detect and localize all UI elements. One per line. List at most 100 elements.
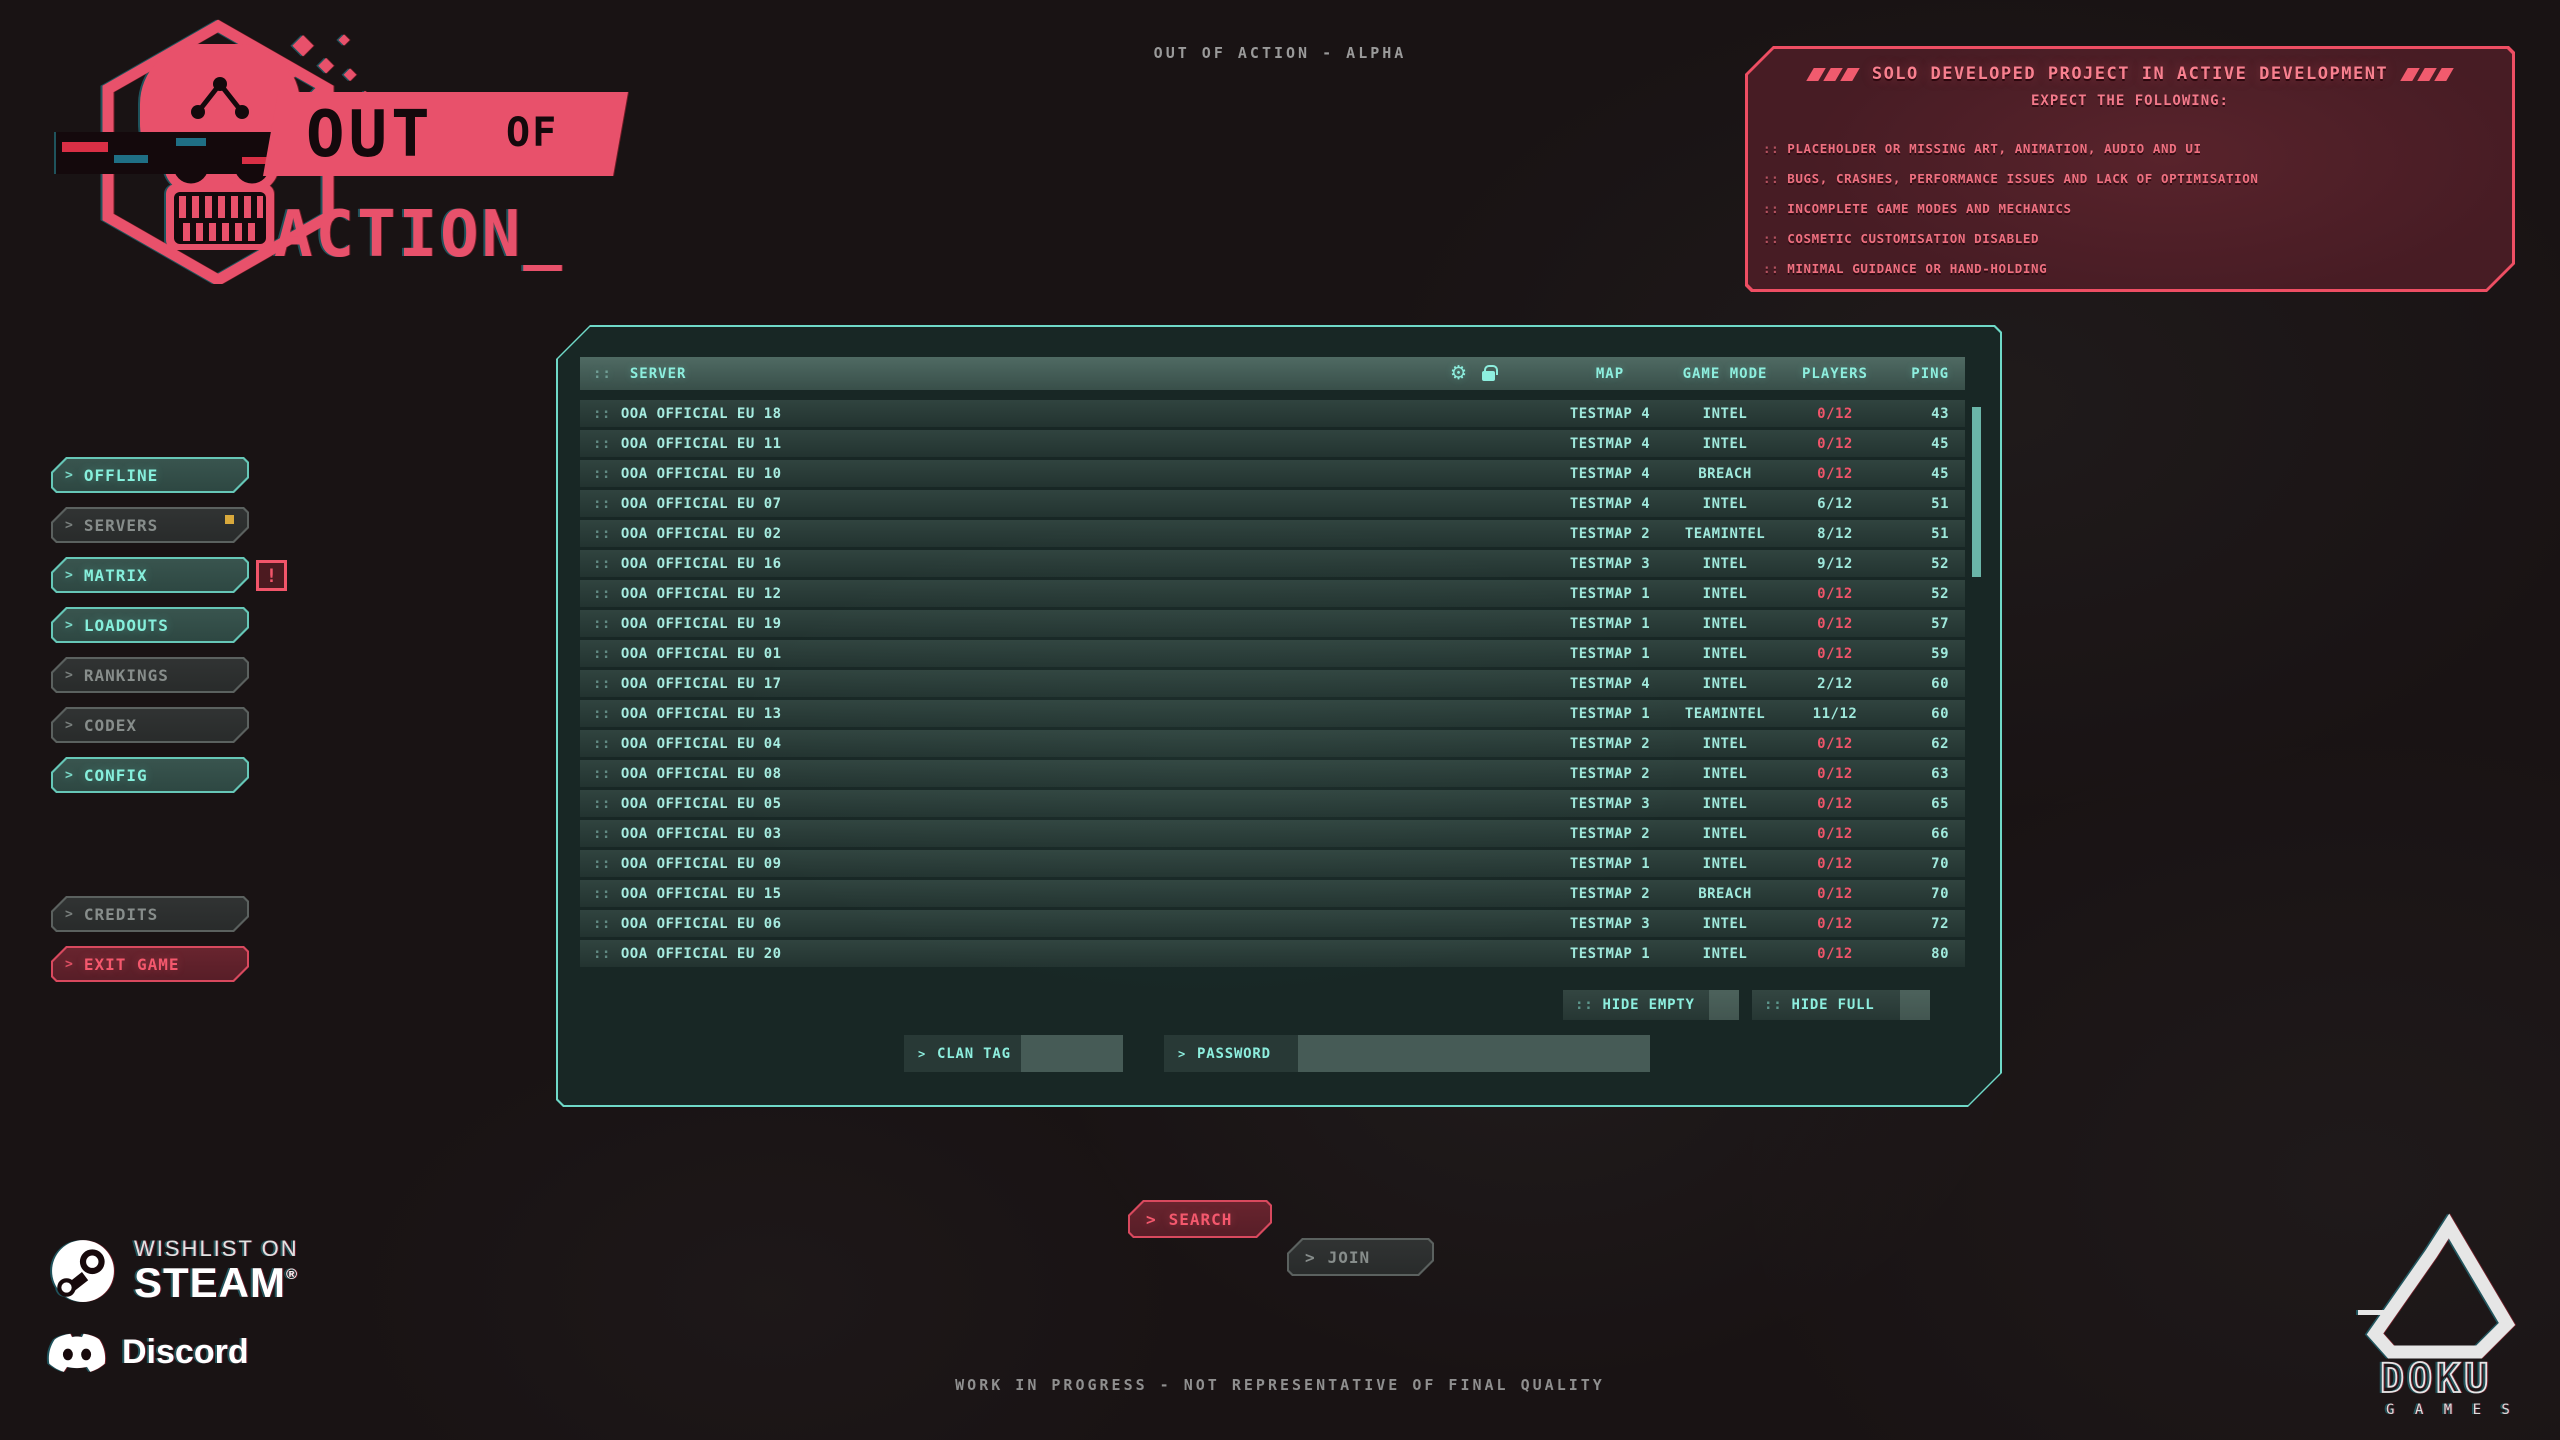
server-name: OOA OFFICIAL EU 13 <box>621 706 782 722</box>
lock-icon[interactable] <box>1482 371 1495 381</box>
search-button[interactable]: > SEARCH <box>1128 1200 1272 1238</box>
server-ping: 66 <box>1885 826 1951 842</box>
server-row[interactable]: ::OOA OFFICIAL EU 09 TESTMAP 1 INTEL 0/1… <box>580 850 1965 877</box>
server-map: TESTMAP 1 <box>1555 706 1665 722</box>
server-row[interactable]: ::OOA OFFICIAL EU 11 TESTMAP 4 INTEL 0/1… <box>580 430 1965 457</box>
sidebar-footer: > CREDITS > EXIT GAME <box>51 896 301 996</box>
sidebar-item-servers[interactable]: > SERVERS <box>51 507 249 543</box>
sidebar-item-credits[interactable]: > CREDITS <box>51 896 249 932</box>
server-list: ::OOA OFFICIAL EU 18 TESTMAP 4 INTEL 0/1… <box>580 400 1965 970</box>
server-map: TESTMAP 3 <box>1555 916 1665 932</box>
server-map: TESTMAP 2 <box>1555 736 1665 752</box>
server-row[interactable]: ::OOA OFFICIAL EU 06 TESTMAP 3 INTEL 0/1… <box>580 910 1965 937</box>
server-row[interactable]: ::OOA OFFICIAL EU 13 TESTMAP 1 TEAMINTEL… <box>580 700 1965 727</box>
column-players[interactable]: PLAYERS <box>1785 366 1885 382</box>
password-field: > PASSWORD <box>1164 1035 1650 1072</box>
sidebar-item-label: SERVERS <box>84 516 158 535</box>
chevron-icon: > <box>65 718 74 733</box>
server-row[interactable]: ::OOA OFFICIAL EU 03 TESTMAP 2 INTEL 0/1… <box>580 820 1965 847</box>
server-row[interactable]: ::OOA OFFICIAL EU 20 TESTMAP 1 INTEL 0/1… <box>580 940 1965 967</box>
server-row[interactable]: ::OOA OFFICIAL EU 02 TESTMAP 2 TEAMINTEL… <box>580 520 1965 547</box>
hazard-stripes-icon <box>2404 68 2450 81</box>
server-gamemode: INTEL <box>1665 496 1785 512</box>
server-row[interactable]: ::OOA OFFICIAL EU 12 TESTMAP 1 INTEL 0/1… <box>580 580 1965 607</box>
server-ping: 57 <box>1885 616 1951 632</box>
server-name-cell: ::OOA OFFICIAL EU 17 <box>593 676 1555 692</box>
chevron-icon: > <box>65 768 74 783</box>
server-row[interactable]: ::OOA OFFICIAL EU 01 TESTMAP 1 INTEL 0/1… <box>580 640 1965 667</box>
join-button[interactable]: > JOIN <box>1287 1238 1434 1276</box>
clan-tag-input[interactable] <box>1021 1035 1123 1072</box>
hide-empty-toggle[interactable]: :: HIDE EMPTY <box>1563 990 1739 1020</box>
server-map: TESTMAP 1 <box>1555 616 1665 632</box>
server-ping: 60 <box>1885 676 1951 692</box>
sidebar-item-codex[interactable]: > CODEX <box>51 707 249 743</box>
hide-full-checkbox[interactable] <box>1900 990 1930 1020</box>
item-text: COSMETIC CUSTOMISATION DISABLED <box>1787 231 2039 246</box>
sidebar-item-offline[interactable]: > OFFLINE <box>51 457 249 493</box>
sidebar-item-matrix[interactable]: > MATRIX <box>51 557 249 593</box>
password-input[interactable] <box>1298 1035 1650 1072</box>
settings-icon[interactable]: ⚙ <box>1450 364 1468 383</box>
chevron-icon: > <box>65 907 74 922</box>
server-map: TESTMAP 4 <box>1555 436 1665 452</box>
server-name-cell: ::OOA OFFICIAL EU 15 <box>593 886 1555 902</box>
server-row[interactable]: ::OOA OFFICIAL EU 04 TESTMAP 2 INTEL 0/1… <box>580 730 1965 757</box>
server-players: 6/12 <box>1785 496 1885 512</box>
server-row[interactable]: ::OOA OFFICIAL EU 10 TESTMAP 4 BREACH 0/… <box>580 460 1965 487</box>
server-players: 0/12 <box>1785 766 1885 782</box>
sidebar-item-rankings[interactable]: > RANKINGS <box>51 657 249 693</box>
row-prefix: :: <box>593 796 611 812</box>
sidebar-item-label: CONFIG <box>84 766 148 785</box>
server-name: OOA OFFICIAL EU 09 <box>621 856 782 872</box>
column-server[interactable]: SERVER <box>630 366 687 382</box>
steam-icon <box>50 1238 116 1304</box>
server-ping: 70 <box>1885 886 1951 902</box>
column-map[interactable]: MAP <box>1555 366 1665 382</box>
column-ping[interactable]: PING <box>1885 366 1951 382</box>
hide-full-toggle[interactable]: :: HIDE FULL <box>1752 990 1930 1020</box>
chevron-icon: > <box>1146 1210 1157 1229</box>
server-ping: 80 <box>1885 946 1951 962</box>
row-prefix: :: <box>593 676 611 692</box>
sidebar-item-config[interactable]: > CONFIG <box>51 757 249 793</box>
server-ping: 43 <box>1885 406 1951 422</box>
item-text: INCOMPLETE GAME MODES AND MECHANICS <box>1787 201 2071 216</box>
doku-sub: G A M E S <box>2386 1402 2516 1418</box>
server-row[interactable]: ::OOA OFFICIAL EU 19 TESTMAP 1 INTEL 0/1… <box>580 610 1965 637</box>
hide-empty-checkbox[interactable] <box>1709 990 1739 1020</box>
server-players: 0/12 <box>1785 916 1885 932</box>
filter-prefix: :: <box>1575 997 1593 1013</box>
row-prefix: :: <box>593 556 611 572</box>
server-name: OOA OFFICIAL EU 19 <box>621 616 782 632</box>
row-prefix: :: <box>593 826 611 842</box>
discord-link[interactable]: Discord <box>48 1330 249 1374</box>
server-row[interactable]: ::OOA OFFICIAL EU 16 TESTMAP 3 INTEL 9/1… <box>580 550 1965 577</box>
server-row[interactable]: ::OOA OFFICIAL EU 18 TESTMAP 4 INTEL 0/1… <box>580 400 1965 427</box>
column-gamemode[interactable]: GAME MODE <box>1665 366 1785 382</box>
sidebar-item-loadouts[interactable]: > LOADOUTS <box>51 607 249 643</box>
chevron-icon: > <box>65 957 74 972</box>
server-row[interactable]: ::OOA OFFICIAL EU 08 TESTMAP 2 INTEL 0/1… <box>580 760 1965 787</box>
server-map: TESTMAP 1 <box>1555 946 1665 962</box>
server-players: 0/12 <box>1785 736 1885 752</box>
server-row[interactable]: ::OOA OFFICIAL EU 05 TESTMAP 3 INTEL 0/1… <box>580 790 1965 817</box>
server-name: OOA OFFICIAL EU 20 <box>621 946 782 962</box>
sidebar-item-exit-game[interactable]: > EXIT GAME <box>51 946 249 982</box>
server-name-cell: ::OOA OFFICIAL EU 07 <box>593 496 1555 512</box>
server-gamemode: BREACH <box>1665 466 1785 482</box>
dev-notice-list: ::PLACEHOLDER OR MISSING ART, ANIMATION,… <box>1745 141 2515 291</box>
server-row[interactable]: ::OOA OFFICIAL EU 15 TESTMAP 2 BREACH 0/… <box>580 880 1965 907</box>
server-name-cell: ::OOA OFFICIAL EU 20 <box>593 946 1555 962</box>
dev-notice-item: ::BUGS, CRASHES, PERFORMANCE ISSUES AND … <box>1763 171 2515 201</box>
row-prefix: :: <box>593 646 611 662</box>
steam-wishlist-link[interactable]: WISHLIST ON STEAM® <box>50 1238 299 1304</box>
server-row[interactable]: ::OOA OFFICIAL EU 07 TESTMAP 4 INTEL 6/1… <box>580 490 1965 517</box>
header-prefix: :: <box>593 366 612 382</box>
server-players: 0/12 <box>1785 466 1885 482</box>
row-prefix: :: <box>593 766 611 782</box>
scrollbar-thumb[interactable] <box>1972 407 1981 577</box>
server-row[interactable]: ::OOA OFFICIAL EU 17 TESTMAP 4 INTEL 2/1… <box>580 670 1965 697</box>
server-players: 0/12 <box>1785 856 1885 872</box>
server-gamemode: INTEL <box>1665 556 1785 572</box>
